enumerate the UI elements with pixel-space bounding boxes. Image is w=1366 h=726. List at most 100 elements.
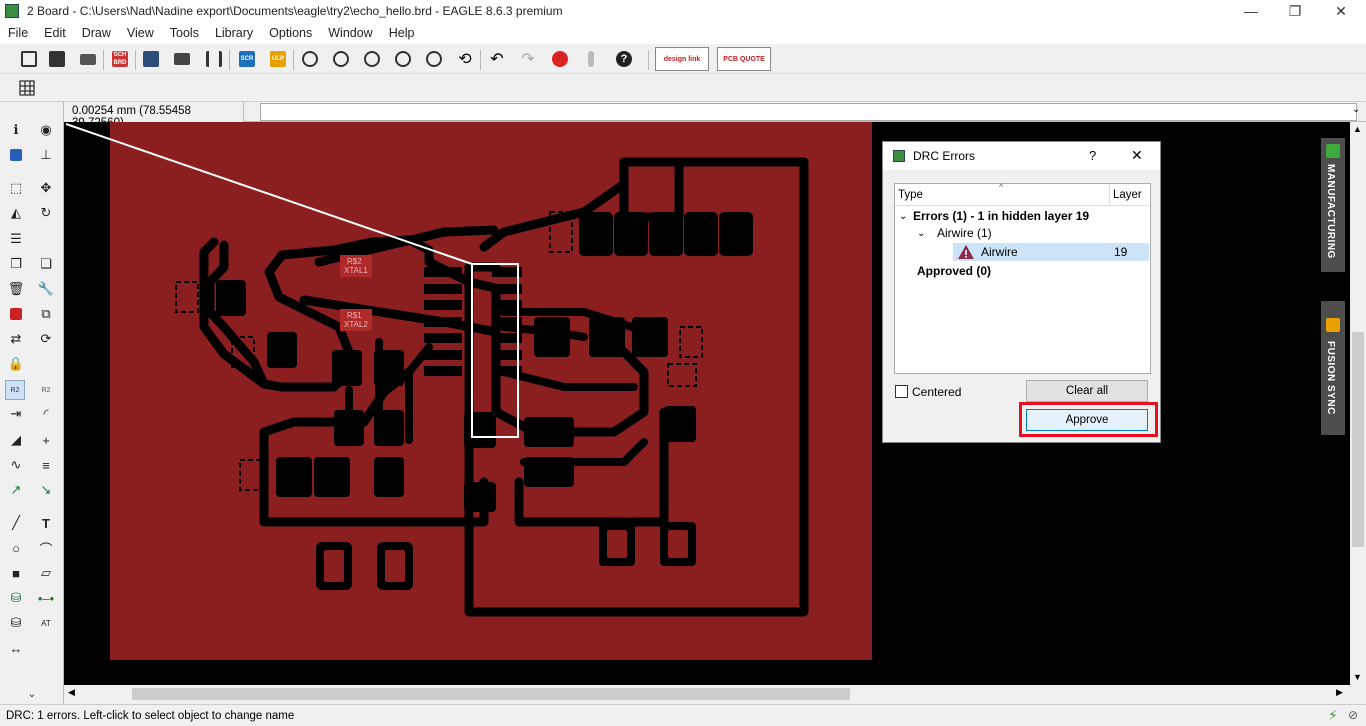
via-icon[interactable]: ⛁ (6, 588, 26, 608)
meander-icon[interactable]: ∿ (6, 455, 26, 475)
menu-draw[interactable]: Draw (74, 26, 119, 40)
menu-help[interactable]: Help (381, 26, 423, 40)
text-icon[interactable]: T (36, 513, 56, 533)
expand-chevron-icon[interactable]: ⌄ (917, 228, 937, 239)
zoom-out-icon[interactable] (361, 48, 383, 70)
grid-icon[interactable] (16, 77, 38, 99)
lock-icon[interactable]: 🔒 (6, 354, 26, 374)
menu-edit[interactable]: Edit (36, 26, 74, 40)
route-icon[interactable]: ↗ (6, 480, 26, 500)
swap-icon[interactable]: ⇄ (6, 329, 26, 349)
line-icon[interactable]: ╱ (6, 513, 26, 533)
align-icon[interactable]: ☰ (6, 229, 26, 249)
open-icon[interactable] (18, 48, 40, 70)
scroll-left-icon[interactable]: ◀ (68, 687, 75, 698)
expand-palette-icon[interactable]: ⌄ (22, 684, 42, 704)
rotate-icon[interactable]: ↻ (36, 203, 56, 223)
arc-icon[interactable]: ⌒ (36, 538, 56, 558)
menu-tools[interactable]: Tools (162, 26, 207, 40)
add-icon[interactable] (6, 304, 26, 324)
circle-icon[interactable]: ○ (6, 538, 26, 558)
stop-status-icon[interactable]: ⊘ (1348, 708, 1358, 722)
undo-icon[interactable]: ↶ (486, 48, 508, 70)
column-header-layer[interactable]: Layer (1113, 189, 1142, 201)
dialog-help-button[interactable]: ? (1089, 148, 1096, 163)
optimize-icon[interactable]: + (36, 430, 56, 450)
lock-rotate-icon[interactable]: ⟳ (36, 329, 56, 349)
mirror-icon[interactable]: ◭ (6, 203, 26, 223)
ripup-icon[interactable]: ↘ (36, 480, 56, 500)
zoom-in-icon[interactable] (330, 48, 352, 70)
redo-icon[interactable]: ↷ (517, 48, 539, 70)
dimension-icon[interactable]: ↔ (6, 638, 26, 658)
menu-library[interactable]: Library (207, 26, 261, 40)
command-history-chevron-icon[interactable]: ⌄ (1352, 104, 1360, 115)
move-icon[interactable]: ✥ (36, 178, 56, 198)
library-icon[interactable] (203, 48, 225, 70)
tree-row-airwire-item[interactable]: Airwire 19 (953, 243, 1149, 261)
save-icon[interactable] (46, 48, 68, 70)
fusion-sync-tab[interactable]: FUSION SYNC (1321, 301, 1345, 435)
help-icon[interactable]: ? (613, 48, 635, 70)
menu-view[interactable]: View (119, 26, 162, 40)
pcb-quote-button[interactable]: PCB QUOTE (717, 47, 771, 71)
scroll-right-icon[interactable]: ▶ (1336, 687, 1343, 698)
zoom-fit-icon[interactable] (299, 48, 321, 70)
polygon-icon[interactable]: ▱ (36, 563, 56, 583)
zoom-select-icon[interactable] (392, 48, 414, 70)
close-window-button[interactable]: ✕ (1318, 0, 1364, 22)
vertical-scroll-thumb[interactable] (1352, 332, 1364, 547)
signal-icon[interactable]: •–• (36, 588, 56, 608)
tree-row-approved[interactable]: Approved (0) (917, 262, 1147, 280)
clear-all-button[interactable]: Clear all (1026, 380, 1148, 402)
route-multiple-icon[interactable]: ≡ (36, 455, 56, 475)
rectangle-icon[interactable]: ■ (6, 563, 26, 583)
approve-button[interactable]: Approve (1026, 409, 1148, 431)
replace-icon[interactable]: ⧉ (36, 304, 56, 324)
horizontal-scroll-thumb[interactable] (132, 688, 850, 700)
display-layers-icon[interactable] (6, 145, 26, 165)
ulp-button[interactable]: ULP (267, 48, 289, 70)
show-icon[interactable]: ◉ (36, 120, 56, 140)
scroll-down-icon[interactable]: ▼ (1353, 672, 1362, 682)
cam-icon[interactable] (140, 48, 162, 70)
smash-icon[interactable]: ⇥ (6, 404, 26, 424)
column-header-type[interactable]: Type (898, 189, 923, 201)
script-button[interactable]: SCR (236, 48, 258, 70)
drc-error-tree[interactable]: Type ^ Layer ⌄ Errors (1) - 1 in hidden … (894, 182, 1151, 374)
select-icon[interactable]: ⬚ (6, 178, 26, 198)
info-icon[interactable]: ℹ (6, 120, 26, 140)
split-icon[interactable]: ◢ (6, 430, 26, 450)
sch-brd-switch-button[interactable]: SCH BRD (109, 48, 131, 70)
copy-icon[interactable]: ❐ (6, 254, 26, 274)
attribute-icon[interactable]: AT (36, 613, 56, 633)
menu-options[interactable]: Options (261, 26, 320, 40)
tree-row-airwire-group[interactable]: ⌄ Airwire (1) (917, 224, 1147, 242)
minimize-button[interactable]: — (1228, 0, 1274, 22)
tree-row-errors[interactable]: ⌄ Errors (1) - 1 in hidden layer 19 (899, 207, 1149, 225)
stop-icon[interactable] (549, 48, 571, 70)
horizontal-scrollbar[interactable]: ◀ ▶ (64, 685, 1350, 703)
paste-icon[interactable]: ❏ (36, 254, 56, 274)
manufacturing-icon[interactable] (171, 48, 193, 70)
zoom-last-icon[interactable] (423, 48, 445, 70)
delete-icon[interactable]: 🗑 (6, 279, 26, 299)
print-icon[interactable] (77, 48, 99, 70)
change-icon[interactable]: 🔧 (36, 279, 56, 299)
mark-icon[interactable]: ⊥ (36, 145, 56, 165)
manufacturing-tab[interactable]: MANUFACTURING (1321, 138, 1345, 272)
hole-icon[interactable]: ⛁ (6, 613, 26, 633)
dialog-close-button[interactable]: ✕ (1131, 147, 1143, 164)
go-icon[interactable] (580, 48, 602, 70)
expand-chevron-icon[interactable]: ⌄ (899, 211, 913, 222)
menu-file[interactable]: File (0, 26, 36, 40)
vertical-scrollbar[interactable]: ▲ ▼ (1350, 122, 1366, 685)
value-tool-icon[interactable]: R2 (36, 380, 56, 400)
menu-window[interactable]: Window (320, 26, 380, 40)
redraw-icon[interactable]: ⟲ (454, 48, 476, 70)
name-tool-icon[interactable]: R2 (5, 380, 25, 400)
maximize-button[interactable]: ❐ (1272, 0, 1318, 22)
centered-checkbox[interactable] (895, 385, 908, 398)
command-line-input[interactable] (260, 103, 1357, 121)
miter-icon[interactable]: ◜ (36, 404, 56, 424)
